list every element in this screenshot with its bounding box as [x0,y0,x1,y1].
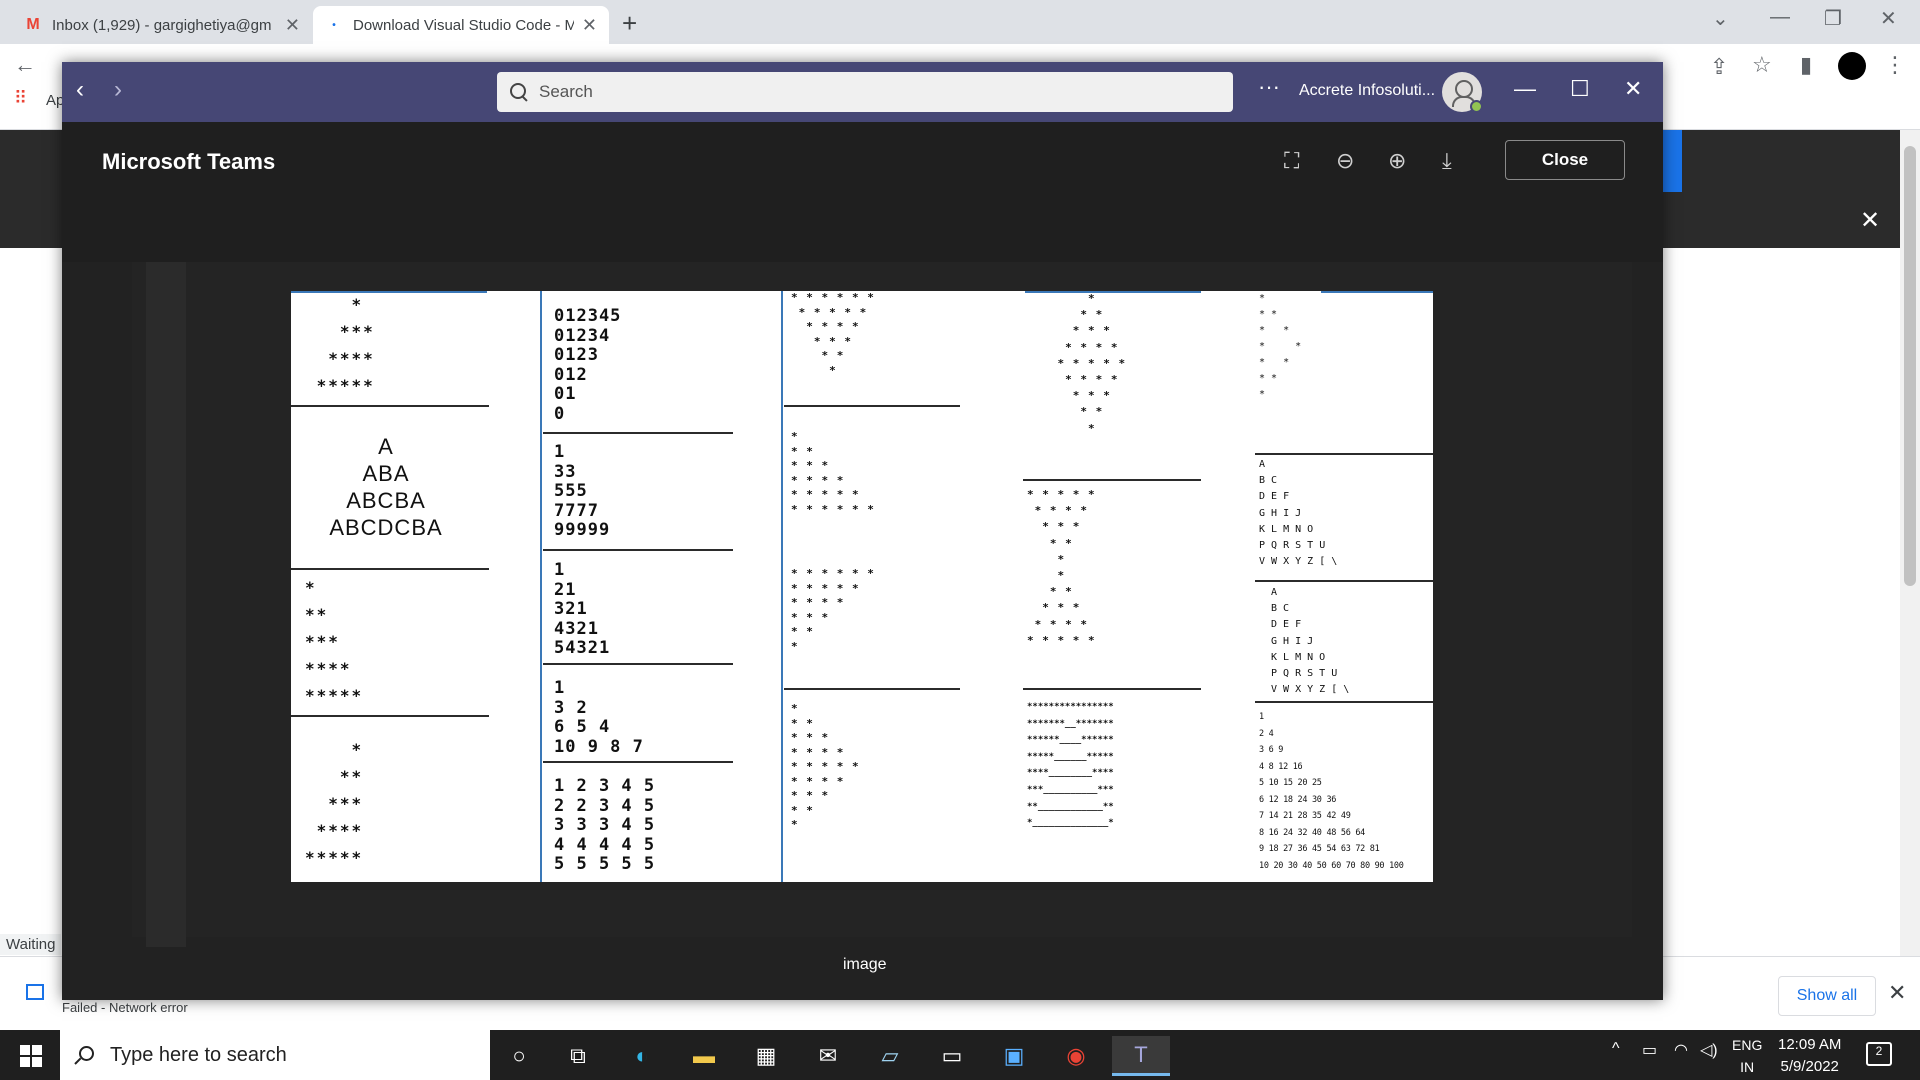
taskbar-search[interactable]: Type here to search [60,1030,490,1080]
close-viewer-button[interactable]: Close [1505,140,1625,180]
pattern-star-increasing: * * * * * * * * * * * * * * * * * * * * … [791,430,875,516]
taskbar-search-placeholder[interactable]: Type here to search [110,1044,287,1067]
new-tab-button[interactable]: + [622,8,637,39]
loading-icon: • [332,19,336,31]
organization-name[interactable]: Accrete Infosoluti... [1299,82,1435,100]
pattern-alpha-palindrome: A ABA ABCBA ABCDCBA [329,434,443,540]
column-divider [540,291,542,882]
pattern-left-triangle: * ** *** **** ***** [305,740,364,867]
show-all-button[interactable]: Show all [1778,976,1876,1016]
fit-to-screen-icon[interactable]: ⛶ [1284,148,1299,174]
viewer-header [62,122,1663,262]
pattern-pyramid: * *** **** ***** [316,295,375,395]
more-options-icon[interactable]: ··· [1258,74,1280,100]
download-file-icon [26,984,44,1000]
edge-icon[interactable]: ◐ [620,1036,664,1076]
browser-tab-strip: M Inbox (1,929) - gargighetiya@gm ✕ • Do… [0,0,1920,44]
close-tab-icon[interactable]: ✕ [582,15,597,36]
task-view-icon[interactable]: ⧉ [556,1036,600,1076]
pattern-number-decreasing: 012345 01234 0123 012 01 0 [554,306,622,424]
tab-title: Inbox (1,929) - gargighetiya@gm [52,16,272,34]
profile-avatar[interactable] [1838,52,1866,80]
zoom-out-icon[interactable]: ⊖ [1336,148,1354,174]
mail-icon[interactable]: ✉ [806,1036,850,1076]
cortana-icon[interactable]: ○ [497,1036,541,1076]
volume-icon[interactable]: ◁) [1700,1040,1718,1060]
image-caption: image [843,956,887,973]
pattern-star-decreasing: * * * * * * * * * * * * * * * * * * * * … [791,567,875,653]
column-divider [781,291,783,882]
pattern-hollow-diamond: * * * * * * * * * * * * [1259,293,1302,400]
clock-date: 5/9/2022 [1780,1058,1839,1075]
notification-center-icon[interactable]: 2 [1866,1042,1892,1066]
zoom-in-icon[interactable]: ⊕ [1388,148,1406,174]
close-window-icon[interactable]: ✕ [1880,6,1897,31]
close-window-icon[interactable]: ✕ [1624,76,1642,102]
minimize-icon[interactable]: — [1770,6,1790,29]
teams-window: ‹ › ··· Accrete Infosoluti... — ☐ ✕ Micr… [62,62,1663,1000]
page-scrollbar[interactable] [1900,130,1920,956]
restore-icon[interactable]: ❐ [1824,6,1842,31]
download-status: Failed - Network error [62,1000,188,1015]
wifi-icon[interactable]: ◠ [1674,1040,1688,1060]
search-icon [74,1045,94,1065]
viewer-title: Microsoft Teams [102,149,276,174]
pattern-star-frame: **************** *******__******* ******… [1027,702,1114,829]
pattern-alpha-centered: A B C D E F G H I J K L M N O P Q R S T … [1271,587,1350,696]
pattern-floyd-reverse: 1 3 2 6 5 4 10 9 8 7 [554,678,644,757]
pattern-reverse-numbers: 1 21 321 4321 54321 [554,560,611,658]
system-clock[interactable]: 12:09 AM 5/9/2022 [1778,1034,1841,1078]
pattern-right-triangle: * ** *** **** ***** [305,578,364,705]
terminal-icon[interactable]: ▭ [930,1036,974,1076]
tab-gmail[interactable]: M Inbox (1,929) - gargighetiya@gm ✕ [12,6,312,44]
back-arrow-icon[interactable]: ← [14,52,36,78]
gmail-icon: M [26,16,40,33]
pattern-odd-numbers: 1 33 555 7777 99999 [554,442,611,540]
pattern-number-matrix: 1 2 3 4 5 2 2 3 4 5 3 3 3 4 5 4 4 4 4 5 … [554,776,656,874]
bookmark-star-icon[interactable]: ☆ [1752,52,1772,78]
pattern-hourglass: * * * * * * * * * * * * * * * * * * * * … [1027,488,1096,647]
status-text: Waiting [0,934,62,955]
search-input[interactable] [539,82,1189,102]
teams-icon[interactable]: T [1112,1036,1170,1076]
presence-available-icon [1470,100,1483,113]
share-icon[interactable]: ⇪ [1710,54,1728,80]
chrome-menu-icon[interactable]: ⋮ [1884,52,1906,78]
clock-time: 12:09 AM [1778,1036,1842,1053]
tab-vscode-download[interactable]: • Download Visual Studio Code - M ✕ [313,6,609,44]
banner-close-icon[interactable]: ✕ [1860,206,1880,235]
close-shelf-icon[interactable]: ✕ [1888,980,1906,1006]
windows-start-icon[interactable] [20,1045,42,1067]
pattern-diamond: * * * * * * * * * * * * * * * * * * * * … [1057,292,1127,435]
apps-grid-icon[interactable]: ⠿ [14,88,27,109]
input-language[interactable]: ENG IN [1732,1034,1762,1078]
show-hidden-icons[interactable]: ^ [1612,1040,1620,1058]
pattern-image: * *** **** ***** A ABA ABCBA ABCDCBA * *… [291,291,1433,882]
side-panel-icon[interactable]: ▮ [1800,52,1812,78]
pattern-multiplication-table: 1 2 4 3 6 9 4 8 12 16 5 10 15 20 25 6 12… [1259,712,1404,871]
pattern-alpha-triangle: A B C D E F G H I J K L M N O P Q R S T … [1259,459,1338,568]
search-icon [509,82,529,102]
scrollbar-thumb[interactable] [1904,146,1916,586]
pattern-star-arrow: * * * * * * * * * * * * * * * * * * * * … [791,702,860,831]
back-chevron-icon[interactable]: ‹ [76,76,84,104]
close-tab-icon[interactable]: ✕ [285,15,300,36]
download-icon[interactable]: ⤓ [1442,148,1452,174]
outlook-icon[interactable]: ▣ [992,1036,1036,1076]
minimize-icon[interactable]: — [1514,76,1536,102]
forward-chevron-icon[interactable]: › [114,76,122,104]
tab-search-icon[interactable]: ⌄ [1712,6,1729,31]
teams-titlebar: ‹ › ··· Accrete Infosoluti... — ☐ ✕ [62,62,1663,122]
chrome-icon[interactable]: ◉ [1054,1036,1098,1076]
maximize-icon[interactable]: ☐ [1570,76,1590,102]
store-icon[interactable]: ▦ [744,1036,788,1076]
file-explorer-icon[interactable]: ▬ [682,1036,726,1076]
pattern-inverted-pyramid: * * * * * * * * * * * * * * * * * * * * … [791,291,875,377]
tab-title: Download Visual Studio Code - M [353,16,574,34]
battery-icon[interactable]: ▭ [1642,1040,1657,1060]
search-bar[interactable] [497,72,1233,112]
notepad-icon[interactable]: ▱ [868,1036,912,1076]
